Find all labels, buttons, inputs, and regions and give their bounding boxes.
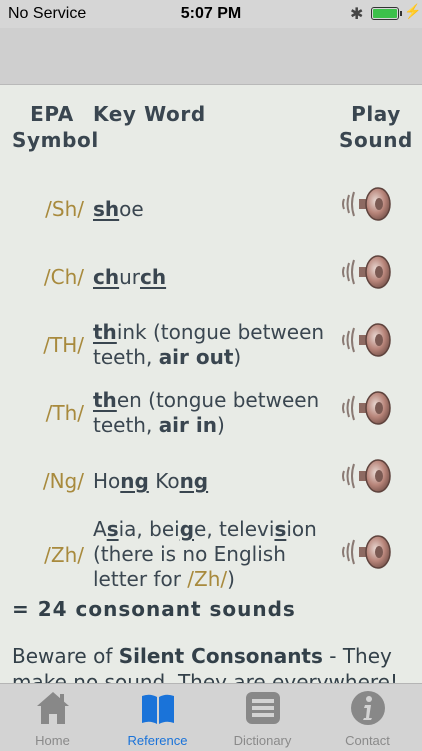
play-sound-button[interactable] xyxy=(340,253,392,291)
symbol-th-voiced: /Th/ xyxy=(45,401,84,425)
header-symbol-line1: EPA xyxy=(30,102,74,126)
tab-contact[interactable]: Contact xyxy=(315,684,420,751)
battery-icon xyxy=(371,7,402,20)
keyword-ng: Hong Kong xyxy=(93,469,209,493)
tab-home[interactable]: Home xyxy=(0,684,105,751)
consonant-total: = 24 consonant sounds xyxy=(12,597,296,621)
tab-bar: Home Reference Dictionary Contact xyxy=(0,683,422,751)
keyword-th-voiced: then (tongue between teeth, air in) xyxy=(93,388,320,437)
charging-icon: ⚡ xyxy=(404,3,422,19)
navigation-bar xyxy=(0,28,422,85)
keyword-sh: shoe xyxy=(93,197,144,221)
keyword-ch: church xyxy=(93,265,167,289)
play-sound-button[interactable] xyxy=(340,185,392,223)
symbol-th-voiceless: /TH/ xyxy=(43,333,84,357)
header-sound-line1: Play xyxy=(351,102,401,126)
list-icon xyxy=(246,692,280,724)
keyword-th-voiceless: think (tongue between teeth, air out) xyxy=(93,320,325,369)
silent-consonants-note: Beware of Silent Consonants - They make … xyxy=(12,644,398,683)
header-symbol-line2: Symbol xyxy=(12,128,99,152)
header-sound: Play Sound xyxy=(338,101,414,153)
tab-home-label: Home xyxy=(35,733,70,748)
tab-dictionary[interactable]: Dictionary xyxy=(210,684,315,751)
status-bar: No Service 5:07 PM ✱ ⚡ xyxy=(0,0,422,28)
bluetooth-icon: ✱ xyxy=(350,6,364,23)
symbol-ng: /Ng/ xyxy=(42,469,84,493)
play-sound-button[interactable] xyxy=(340,533,392,571)
header-sound-line2: Sound xyxy=(339,128,413,152)
symbol-zh: /Zh/ xyxy=(44,543,84,567)
reference-content[interactable]: EPA Symbol Key Word Play Sound /Sh/ shoe… xyxy=(0,85,422,683)
symbol-ch: /Ch/ xyxy=(43,265,84,289)
header-symbol: EPA Symbol xyxy=(12,101,99,153)
play-sound-button[interactable] xyxy=(340,389,392,427)
home-icon xyxy=(37,692,69,724)
header-keyword: Key Word xyxy=(93,102,206,126)
tab-reference[interactable]: Reference xyxy=(105,684,210,751)
book-icon xyxy=(142,694,174,724)
play-sound-button[interactable] xyxy=(340,321,392,359)
tab-contact-label: Contact xyxy=(345,733,390,748)
keyword-zh: Asia, beige, television (there is no Eng… xyxy=(93,517,317,591)
info-icon xyxy=(351,691,385,725)
play-sound-button[interactable] xyxy=(340,457,392,495)
tab-reference-label: Reference xyxy=(127,733,188,748)
tab-dictionary-label: Dictionary xyxy=(233,733,292,748)
symbol-sh: /Sh/ xyxy=(45,197,84,221)
